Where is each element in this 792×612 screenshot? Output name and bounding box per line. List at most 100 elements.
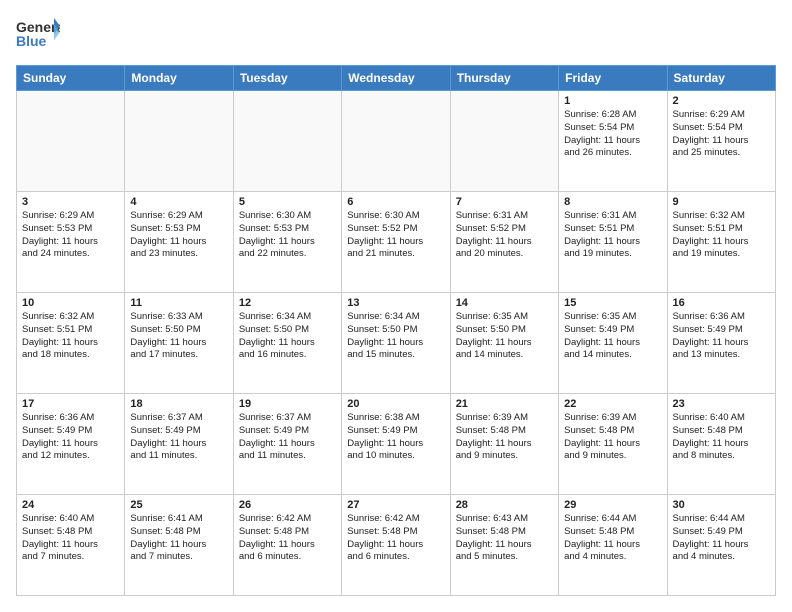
calendar-day: 25 Sunrise: 6:41 AM Sunset: 5:48 PM Dayli…: [125, 495, 233, 596]
day-number: 18: [130, 398, 227, 410]
day-info: Sunrise: 6:31 AM Sunset: 5:52 PM Dayligh…: [456, 210, 553, 261]
calendar-day: 9Sunrise: 6:32 AM Sunset: 5:51 PM Daylig…: [667, 192, 775, 293]
calendar-day: 10 Sunrise: 6:32 AM Sunset: 5:51 PM Dayli…: [17, 293, 125, 394]
day-number: 27: [347, 499, 444, 511]
calendar-day: 4Sunrise: 6:29 AM Sunset: 5:53 PM Daylig…: [125, 192, 233, 293]
day-number: 1: [564, 95, 661, 107]
calendar-day: 19 Sunrise: 6:37 AM Sunset: 5:49 PM Dayli…: [233, 394, 341, 495]
weekday-header: Thursday: [450, 66, 558, 91]
calendar-week: 24 Sunrise: 6:40 AM Sunset: 5:48 PM Dayli…: [17, 495, 776, 596]
page: General Blue SundayMondayTuesdayWednesda…: [0, 0, 792, 612]
calendar-day: 23 Sunrise: 6:40 AM Sunset: 5:48 PM Dayli…: [667, 394, 775, 495]
day-info: Sunrise: 6:31 AM Sunset: 5:51 PM Dayligh…: [564, 210, 661, 261]
day-info: Sunrise: 6:37 AM Sunset: 5:49 PM Dayligh…: [239, 412, 336, 463]
day-number: 5: [239, 196, 336, 208]
day-number: 26: [239, 499, 336, 511]
day-info: Sunrise: 6:29 AM Sunset: 5:54 PM Dayligh…: [673, 109, 770, 160]
day-info: Sunrise: 6:39 AM Sunset: 5:48 PM Dayligh…: [564, 412, 661, 463]
calendar-day: 29 Sunrise: 6:44 AM Sunset: 5:48 PM Dayli…: [559, 495, 667, 596]
calendar-day: 6 Sunrise: 6:30 AM Sunset: 5:52 PM Daylig…: [342, 192, 450, 293]
day-info: Sunrise: 6:40 AM Sunset: 5:48 PM Dayligh…: [673, 412, 770, 463]
day-info: Sunrise: 6:35 AM Sunset: 5:49 PM Dayligh…: [564, 311, 661, 362]
calendar-day: 24 Sunrise: 6:40 AM Sunset: 5:48 PM Dayli…: [17, 495, 125, 596]
day-number: 21: [456, 398, 553, 410]
calendar-day: 11 Sunrise: 6:33 AM Sunset: 5:50 PM Dayli…: [125, 293, 233, 394]
day-number: 4: [130, 196, 227, 208]
day-info: Sunrise: 6:42 AM Sunset: 5:48 PM Dayligh…: [347, 513, 444, 564]
day-number: 3: [22, 196, 119, 208]
svg-text:Blue: Blue: [16, 33, 47, 49]
day-number: 14: [456, 297, 553, 309]
day-number: 15: [564, 297, 661, 309]
calendar-day: 1 Sunrise: 6:28 AM Sunset: 5:54 PM Daylig…: [559, 91, 667, 192]
calendar-day: 15 Sunrise: 6:35 AM Sunset: 5:49 PM Dayli…: [559, 293, 667, 394]
calendar-day: 18 Sunrise: 6:37 AM Sunset: 5:49 PM Dayli…: [125, 394, 233, 495]
day-number: 12: [239, 297, 336, 309]
day-info: Sunrise: 6:40 AM Sunset: 5:48 PM Dayligh…: [22, 513, 119, 564]
weekday-header: Sunday: [17, 66, 125, 91]
day-info: Sunrise: 6:39 AM Sunset: 5:48 PM Dayligh…: [456, 412, 553, 463]
weekday-header: Saturday: [667, 66, 775, 91]
calendar-day: 14 Sunrise: 6:35 AM Sunset: 5:50 PM Dayli…: [450, 293, 558, 394]
calendar-day: 7 Sunrise: 6:31 AM Sunset: 5:52 PM Daylig…: [450, 192, 558, 293]
calendar-table: SundayMondayTuesdayWednesdayThursdayFrid…: [16, 65, 776, 596]
day-number: 19: [239, 398, 336, 410]
logo: General Blue: [16, 16, 60, 57]
day-number: 20: [347, 398, 444, 410]
calendar-day: 5Sunrise: 6:30 AM Sunset: 5:53 PM Daylig…: [233, 192, 341, 293]
calendar-week: 3 Sunrise: 6:29 AM Sunset: 5:53 PM Daylig…: [17, 192, 776, 293]
day-number: 6: [347, 196, 444, 208]
day-number: 7: [456, 196, 553, 208]
calendar-day: 21 Sunrise: 6:39 AM Sunset: 5:48 PM Dayli…: [450, 394, 558, 495]
calendar-day: 28 Sunrise: 6:43 AM Sunset: 5:48 PM Dayli…: [450, 495, 558, 596]
weekday-header: Tuesday: [233, 66, 341, 91]
calendar-week: 17Sunrise: 6:36 AM Sunset: 5:49 PM Dayli…: [17, 394, 776, 495]
day-info: Sunrise: 6:35 AM Sunset: 5:50 PM Dayligh…: [456, 311, 553, 362]
calendar-day: [125, 91, 233, 192]
calendar-day: [233, 91, 341, 192]
calendar-day: [17, 91, 125, 192]
day-info: Sunrise: 6:36 AM Sunset: 5:49 PM Dayligh…: [673, 311, 770, 362]
day-info: Sunrise: 6:44 AM Sunset: 5:48 PM Dayligh…: [564, 513, 661, 564]
day-info: Sunrise: 6:29 AM Sunset: 5:53 PM Dayligh…: [22, 210, 119, 261]
day-info: Sunrise: 6:34 AM Sunset: 5:50 PM Dayligh…: [347, 311, 444, 362]
day-info: Sunrise: 6:33 AM Sunset: 5:50 PM Dayligh…: [130, 311, 227, 362]
day-info: Sunrise: 6:28 AM Sunset: 5:54 PM Dayligh…: [564, 109, 661, 160]
day-number: 24: [22, 499, 119, 511]
day-info: Sunrise: 6:32 AM Sunset: 5:51 PM Dayligh…: [673, 210, 770, 261]
day-number: 28: [456, 499, 553, 511]
calendar-day: 30 Sunrise: 6:44 AM Sunset: 5:49 PM Dayli…: [667, 495, 775, 596]
header: General Blue: [16, 16, 776, 57]
day-number: 10: [22, 297, 119, 309]
day-info: Sunrise: 6:30 AM Sunset: 5:52 PM Dayligh…: [347, 210, 444, 261]
day-number: 13: [347, 297, 444, 309]
calendar-day: [450, 91, 558, 192]
day-number: 11: [130, 297, 227, 309]
day-number: 23: [673, 398, 770, 410]
calendar-day: 3 Sunrise: 6:29 AM Sunset: 5:53 PM Daylig…: [17, 192, 125, 293]
calendar-day: [342, 91, 450, 192]
day-info: Sunrise: 6:42 AM Sunset: 5:48 PM Dayligh…: [239, 513, 336, 564]
calendar-day: 16 Sunrise: 6:36 AM Sunset: 5:49 PM Dayli…: [667, 293, 775, 394]
day-number: 29: [564, 499, 661, 511]
calendar-week: 1 Sunrise: 6:28 AM Sunset: 5:54 PM Daylig…: [17, 91, 776, 192]
calendar-day: 12 Sunrise: 6:34 AM Sunset: 5:50 PM Dayli…: [233, 293, 341, 394]
calendar-day: 8 Sunrise: 6:31 AM Sunset: 5:51 PM Daylig…: [559, 192, 667, 293]
day-info: Sunrise: 6:38 AM Sunset: 5:49 PM Dayligh…: [347, 412, 444, 463]
day-number: 30: [673, 499, 770, 511]
day-info: Sunrise: 6:34 AM Sunset: 5:50 PM Dayligh…: [239, 311, 336, 362]
calendar-day: 2Sunrise: 6:29 AM Sunset: 5:54 PM Daylig…: [667, 91, 775, 192]
day-number: 25: [130, 499, 227, 511]
day-info: Sunrise: 6:43 AM Sunset: 5:48 PM Dayligh…: [456, 513, 553, 564]
weekday-header: Monday: [125, 66, 233, 91]
day-number: 17: [22, 398, 119, 410]
day-info: Sunrise: 6:41 AM Sunset: 5:48 PM Dayligh…: [130, 513, 227, 564]
day-info: Sunrise: 6:32 AM Sunset: 5:51 PM Dayligh…: [22, 311, 119, 362]
calendar-day: 27 Sunrise: 6:42 AM Sunset: 5:48 PM Dayli…: [342, 495, 450, 596]
weekday-header: Wednesday: [342, 66, 450, 91]
day-info: Sunrise: 6:44 AM Sunset: 5:49 PM Dayligh…: [673, 513, 770, 564]
calendar-day: 20 Sunrise: 6:38 AM Sunset: 5:49 PM Dayli…: [342, 394, 450, 495]
day-info: Sunrise: 6:37 AM Sunset: 5:49 PM Dayligh…: [130, 412, 227, 463]
day-number: 16: [673, 297, 770, 309]
day-number: 8: [564, 196, 661, 208]
